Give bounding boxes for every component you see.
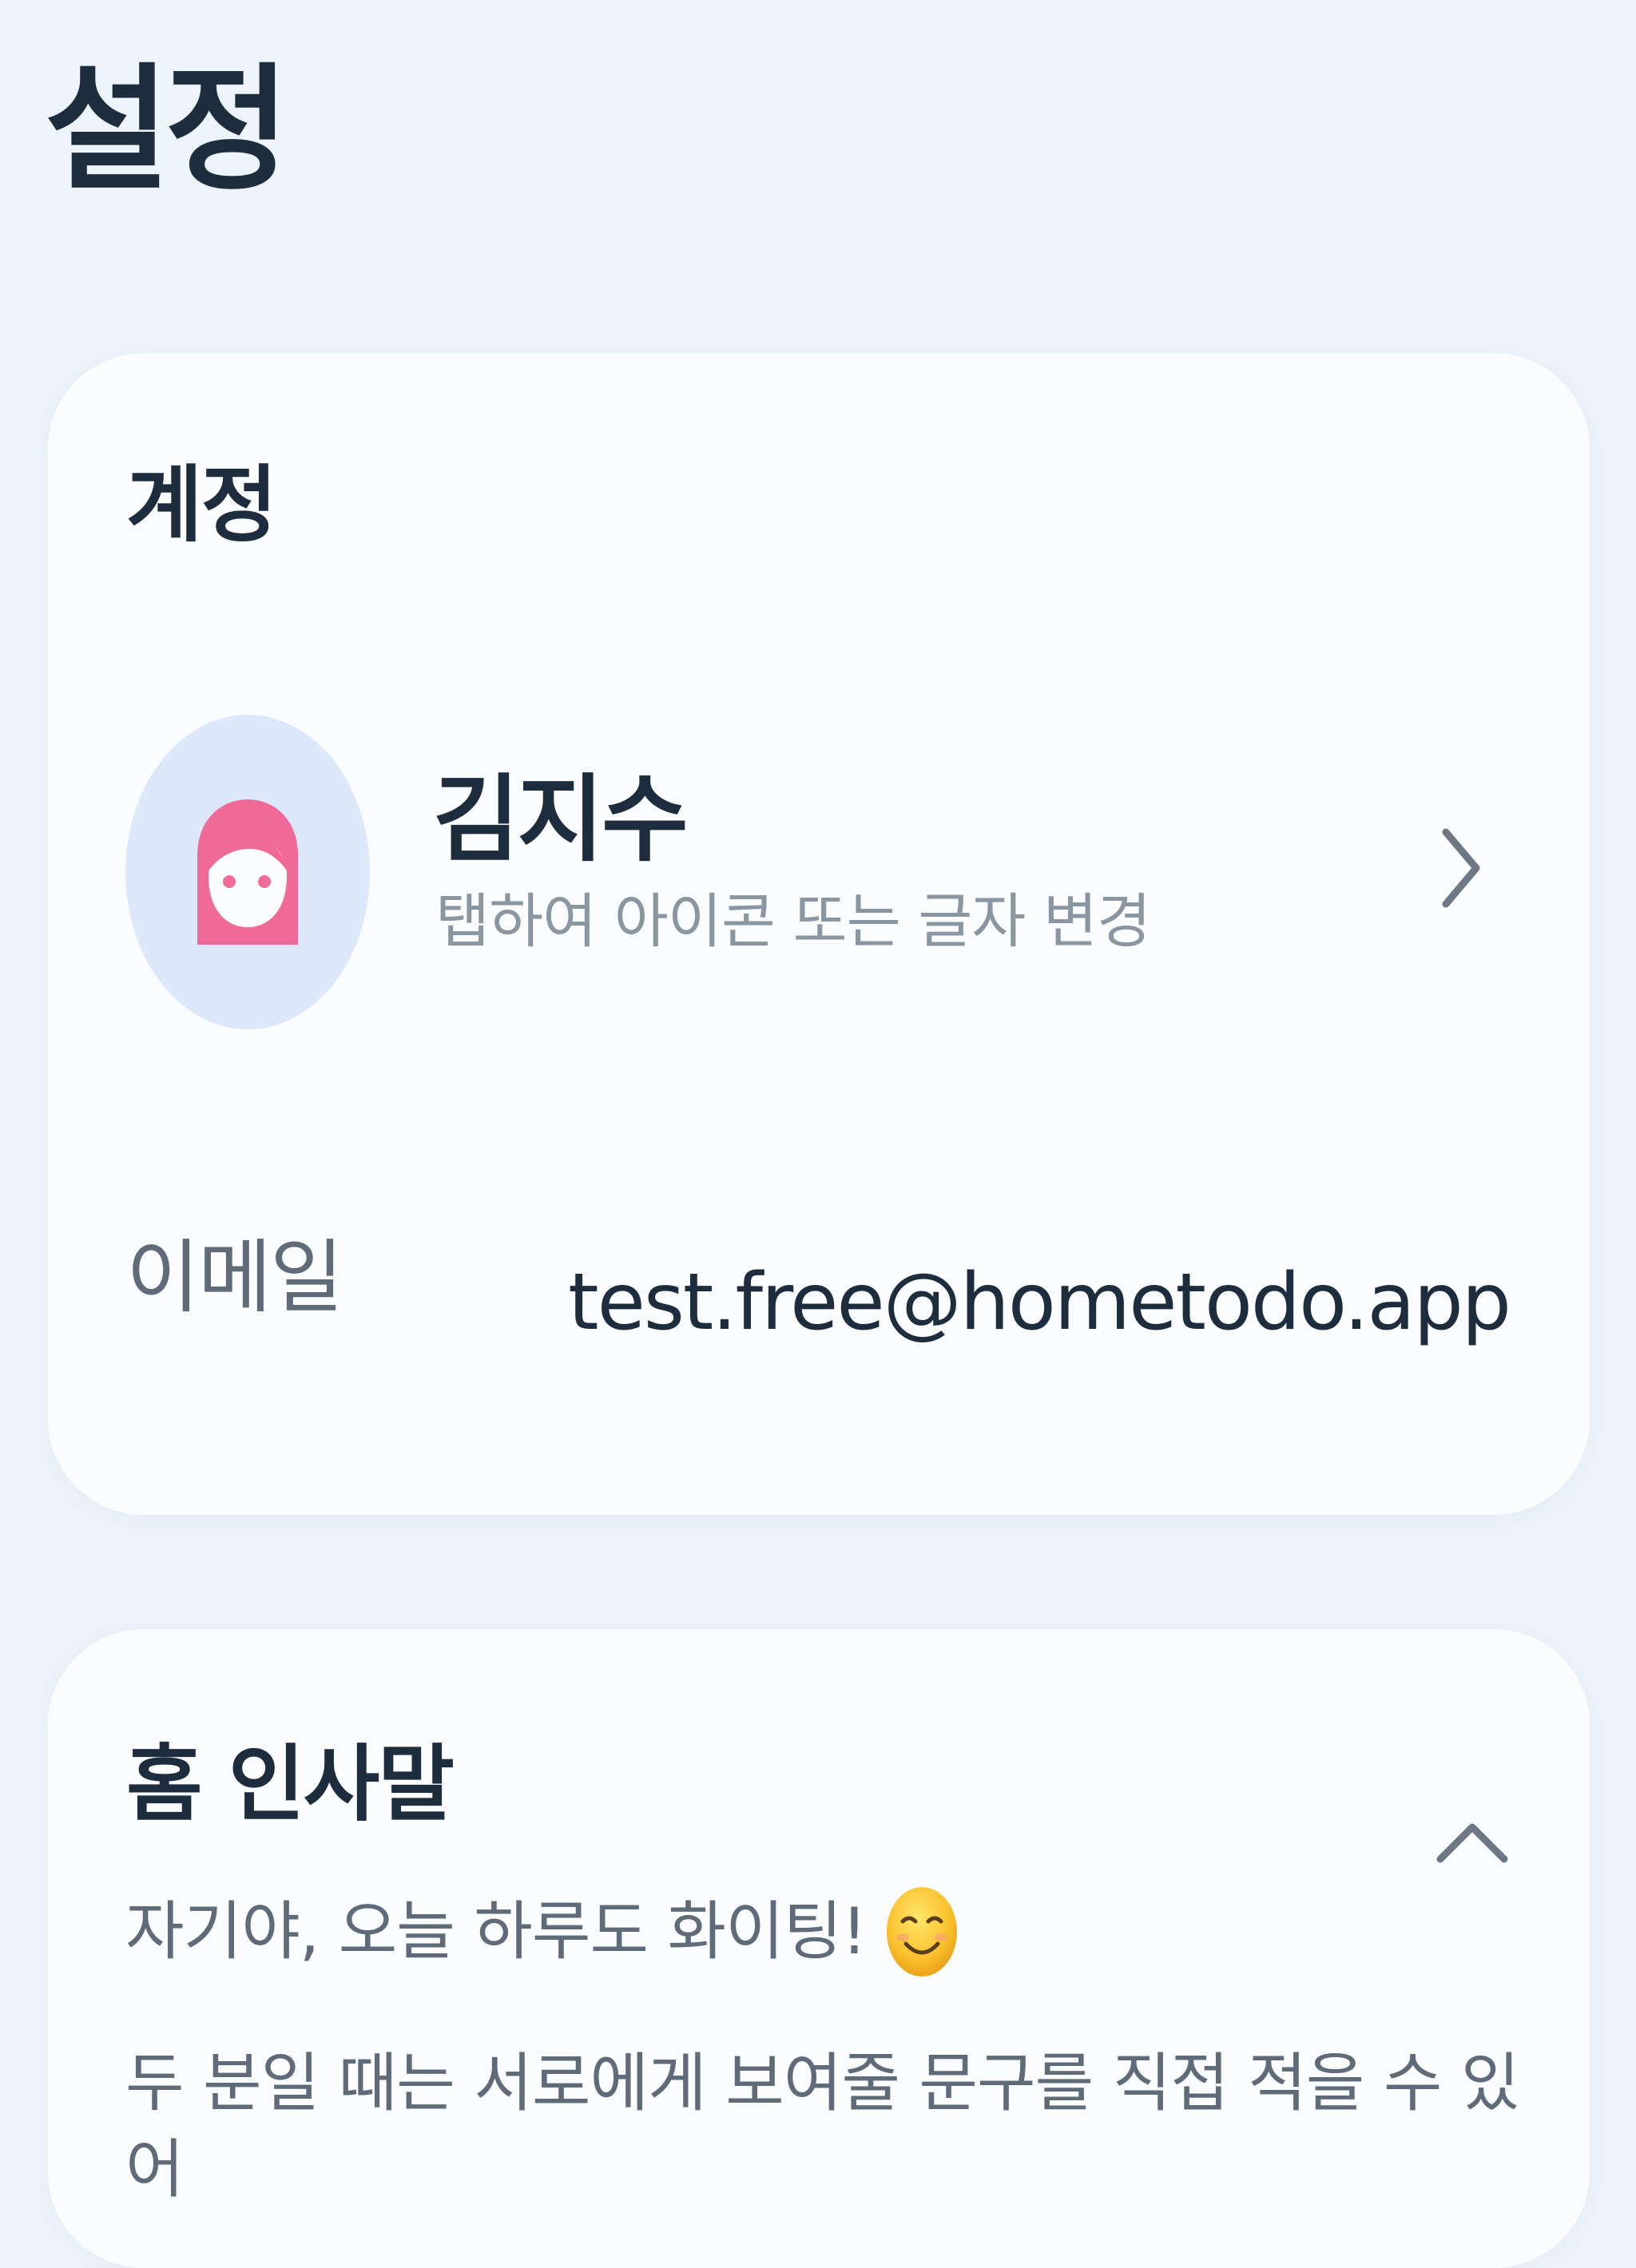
greeting-card: 홈 인사말 자기야, 오늘 하루도 화이팅! 두 분일 때는 서로에게 보여줄 … (48, 1629, 1590, 2268)
collapse-toggle[interactable] (1428, 1806, 1516, 1878)
girl-face-icon (197, 799, 298, 945)
greeting-text: 자기야, 오늘 하루도 화이팅! (125, 1894, 867, 1969)
page-title: 설정 (45, 51, 290, 209)
profile-hint: 탭하여 아이콘 또는 글자 변경 (435, 887, 1151, 956)
email-label: 이메일 (126, 1231, 343, 1324)
greeting-description: 두 분일 때는 서로에게 보여줄 문구를 직접 적을 수 있어 (125, 2046, 1519, 2207)
greeting-text-row: 자기야, 오늘 하루도 화이팅! (125, 1885, 959, 1979)
account-card: 계정 김지수 탭하여 아이콘 또는 글자 변경 이메일 test.free@ho… (48, 353, 1590, 1515)
chevron-up-icon (1436, 1823, 1508, 1863)
avatar[interactable] (125, 715, 370, 1029)
profile-name: 김지수 (433, 764, 689, 874)
email-value: test.free@hometodo.app (568, 1257, 1511, 1348)
profile-row[interactable]: 김지수 탭하여 아이콘 또는 글자 변경 (48, 712, 1590, 1032)
smiling-face-icon (887, 1887, 958, 1977)
chevron-right-icon[interactable] (1438, 824, 1486, 912)
greeting-section-title: 홈 인사말 (126, 1735, 455, 1833)
account-section-title: 계정 (126, 456, 277, 553)
